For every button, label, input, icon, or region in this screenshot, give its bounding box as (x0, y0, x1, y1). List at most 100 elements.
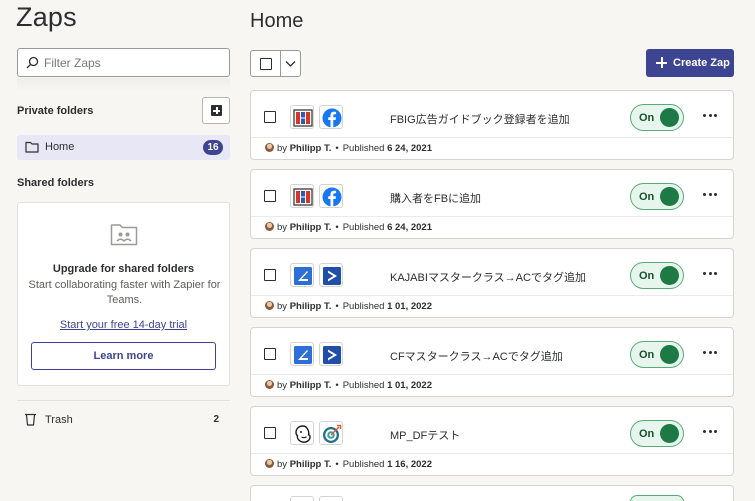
toggle-label: On (639, 349, 655, 361)
more-options-icon[interactable] (700, 344, 720, 360)
card-divider (251, 453, 733, 454)
zap-status-toggle[interactable]: On (630, 262, 684, 289)
avatar (265, 301, 274, 310)
card-divider (251, 374, 733, 375)
toggle-knob (660, 424, 679, 443)
by-label: by (277, 380, 288, 391)
search-icon (26, 56, 39, 69)
avatar (265, 143, 274, 152)
published-label: Published (342, 301, 385, 312)
zap-card-partial[interactable] (250, 485, 734, 501)
zap-checkbox[interactable] (264, 111, 276, 123)
folder-icon (25, 141, 39, 153)
published-date: 6 24, 2021 (387, 143, 432, 154)
page-title: Home (250, 10, 304, 32)
zap-checkbox[interactable] (264, 190, 276, 202)
select-all-dropdown[interactable] (250, 50, 301, 77)
separator-dot: • (335, 143, 339, 154)
app-icon-partial (290, 496, 314, 501)
toggle-knob (660, 187, 679, 206)
select-all-checkbox[interactable] (260, 58, 272, 70)
by-label: by (277, 459, 288, 470)
trash-count: 2 (213, 414, 219, 425)
toggle-label: On (639, 112, 655, 124)
zap-checkbox[interactable] (264, 348, 276, 360)
add-folder-button[interactable] (202, 97, 230, 124)
published-date: 1 16, 2022 (387, 459, 432, 470)
zap-name[interactable]: CFマスタークラス→ACでタグ追加 (390, 348, 563, 364)
toggle-knob (660, 108, 679, 127)
zap-status-toggle[interactable]: On (630, 420, 684, 447)
mailchimp-icon (290, 421, 314, 445)
zap-card[interactable]: 購入者をFBに追加 On by Philipp T. • Published 6 2… (250, 169, 734, 239)
activecampaign-icon (319, 342, 343, 366)
zap-meta: by Philipp T. • Published 1 01, 2022 (265, 380, 432, 392)
filter-zaps-field[interactable] (17, 48, 230, 77)
zap-card[interactable]: CFマスタークラス→ACでタグ追加 On by Philipp T. • Publi… (250, 327, 734, 397)
clickfunnels-icon (290, 184, 314, 208)
sidebar-item-home[interactable]: Home 16 (17, 135, 230, 160)
zap-name[interactable]: MP_DFテスト (390, 427, 460, 443)
zap-meta: by Philipp T. • Published 6 24, 2021 (265, 143, 432, 155)
filter-shadow (17, 78, 230, 92)
zap-name[interactable]: FBIG広告ガイドブック登録者を追加 (390, 111, 570, 127)
zap-card[interactable]: MP_DFテスト On by Philipp T. • Published 1 16… (250, 406, 734, 476)
toggle-label: On (639, 428, 655, 440)
app-icon-partial (319, 496, 343, 501)
target-icon (319, 421, 343, 445)
zap-status-toggle[interactable] (630, 495, 684, 501)
card-divider (251, 216, 733, 217)
card-divider (251, 295, 733, 296)
published-date: 6 24, 2021 (387, 222, 432, 233)
zap-meta: by Philipp T. • Published 1 01, 2022 (265, 301, 432, 313)
owner-name: Philipp T. (289, 301, 332, 312)
sidebar-item-trash[interactable]: Trash 2 (17, 410, 230, 430)
more-options-icon[interactable] (700, 186, 720, 202)
published-label: Published (342, 459, 385, 470)
by-label: by (277, 143, 288, 154)
zap-card[interactable]: KAJABIマスタークラス→ACでタグ追加 On by Philipp T. • P… (250, 248, 734, 318)
kajabi-icon (290, 263, 314, 287)
zap-name[interactable]: KAJABIマスタークラス→ACでタグ追加 (390, 269, 586, 285)
zap-name[interactable]: 購入者をFBに追加 (390, 190, 481, 206)
more-options-icon[interactable] (700, 265, 720, 281)
activecampaign-icon (319, 263, 343, 287)
filter-zaps-input[interactable] (44, 49, 224, 76)
owner-name: Philipp T. (289, 143, 332, 154)
shared-folder-icon (110, 224, 138, 246)
more-options-icon[interactable] (700, 423, 720, 439)
facebook-icon (319, 105, 343, 129)
published-label: Published (342, 143, 385, 154)
plus-square-icon (211, 105, 222, 116)
zap-status-toggle[interactable]: On (630, 183, 684, 210)
published-date: 1 01, 2022 (387, 380, 432, 391)
trash-icon (25, 413, 36, 426)
learn-more-button[interactable]: Learn more (31, 342, 216, 370)
more-options-icon[interactable] (700, 107, 720, 123)
toggle-label: On (639, 191, 655, 203)
separator-dot: • (335, 459, 339, 470)
zap-status-toggle[interactable]: On (630, 341, 684, 368)
create-zap-label: Create Zap (673, 57, 730, 69)
upgrade-description: Start collaborating faster with Zapier f… (28, 279, 221, 306)
owner-name: Philipp T. (289, 459, 332, 470)
zap-checkbox[interactable] (264, 269, 276, 281)
avatar (265, 459, 274, 468)
free-trial-link[interactable]: Start your free 14-day trial (18, 319, 229, 331)
upgrade-card: Upgrade for shared folders Start collabo… (17, 202, 230, 386)
zap-card[interactable]: FBIG広告ガイドブック登録者を追加 On by Philipp T. • Publ… (250, 90, 734, 160)
separator-dot: • (335, 380, 339, 391)
published-label: Published (342, 222, 385, 233)
chevron-down-icon[interactable] (285, 59, 296, 68)
upgrade-title: Upgrade for shared folders (52, 263, 195, 275)
separator-dot: • (335, 301, 339, 312)
zap-status-toggle[interactable]: On (630, 104, 684, 131)
home-count-badge: 16 (203, 140, 223, 155)
shared-folders-label: Shared folders (17, 177, 95, 189)
clickfunnels-icon (290, 105, 314, 129)
create-zap-button[interactable]: Create Zap (646, 49, 734, 77)
sidebar-title: Zaps (16, 2, 77, 32)
plus-icon (656, 57, 667, 68)
published-date: 1 01, 2022 (387, 301, 432, 312)
zap-checkbox[interactable] (264, 427, 276, 439)
